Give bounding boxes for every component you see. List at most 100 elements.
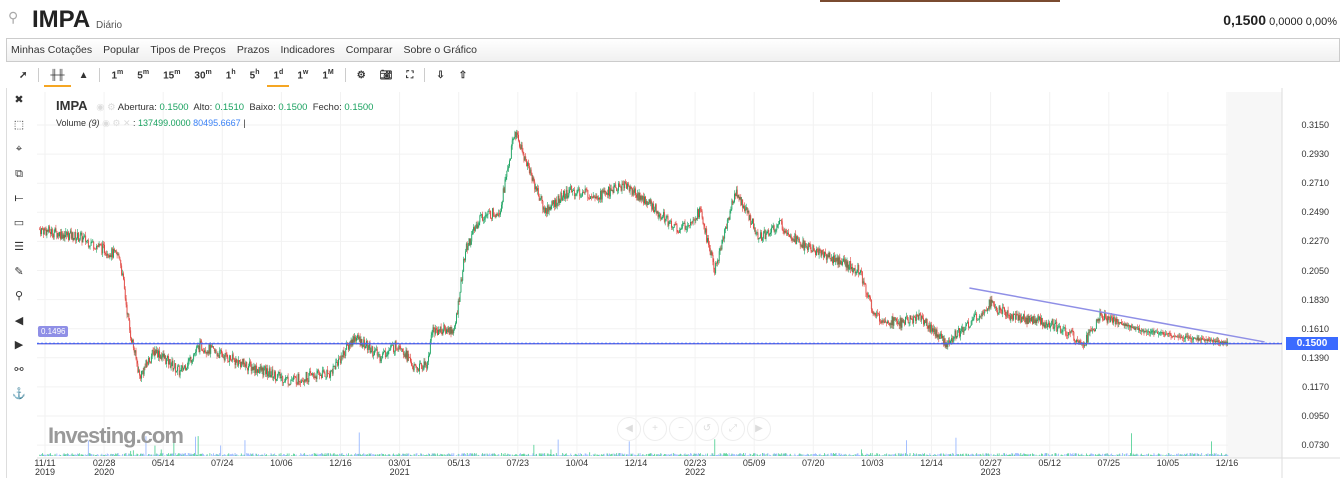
candle [753, 227, 755, 229]
candle [886, 321, 888, 324]
candle [118, 254, 120, 258]
arrow-right-icon[interactable]: ▶ [6, 335, 32, 360]
candle [751, 223, 753, 225]
volume-bar [213, 453, 214, 456]
candle [403, 354, 405, 355]
volume-bar [70, 454, 72, 456]
candle [776, 225, 778, 230]
candle [164, 355, 166, 359]
volume-bar [529, 455, 531, 456]
volume-bar [551, 454, 553, 456]
volume-bar [172, 453, 174, 456]
volume-controls-icon[interactable]: ◉ ⚙ ✕ [102, 118, 130, 128]
scroll-left-icon[interactable]: ◀ [617, 417, 641, 441]
candle [191, 360, 193, 363]
fit-icon[interactable]: ⤢ [721, 417, 745, 441]
candle [564, 196, 566, 199]
volume-bar [841, 453, 843, 456]
volume-bar [227, 454, 229, 456]
volume-bar [1220, 454, 1221, 456]
volume-bar [222, 455, 223, 456]
reset-icon[interactable]: ↺ [695, 417, 719, 441]
candle [860, 270, 861, 273]
ohlc-legend: IMPA ◉ ⚙ Abertura: 0.1500 Alto: 0.1510 B… [56, 98, 373, 113]
close-icon[interactable]: ✖ [6, 90, 32, 115]
candle [1001, 310, 1003, 314]
candle [609, 188, 611, 197]
crosshair-icon[interactable]: ⌖ [6, 139, 32, 164]
zoom-in-icon[interactable]: + [643, 417, 667, 441]
volume-bar [385, 455, 387, 456]
candle [870, 299, 872, 309]
candle [1046, 322, 1048, 328]
line-tool-icon[interactable]: ⟝ [6, 188, 32, 213]
candle [1030, 318, 1032, 321]
arrow-left-icon[interactable]: ◀ [6, 311, 32, 336]
candle [1200, 339, 1202, 341]
volume-bar [110, 453, 112, 456]
volume-bar [988, 454, 990, 456]
volume-bar [193, 453, 195, 456]
candle [446, 329, 447, 334]
scroll-right-icon[interactable]: ▶ [747, 417, 771, 441]
candle [781, 221, 783, 230]
candle [687, 225, 689, 229]
volume-bar [253, 455, 255, 456]
volume-bar [444, 454, 446, 456]
candle [1158, 333, 1159, 335]
candle [77, 232, 78, 239]
candle [662, 216, 663, 218]
volume-bar [286, 453, 288, 456]
fibonacci-icon[interactable]: ☰ [6, 237, 32, 262]
candle [94, 248, 96, 250]
candle [740, 196, 742, 206]
volume-bar [484, 453, 486, 456]
candle [654, 209, 655, 213]
rectangle-icon[interactable]: ▭ [6, 213, 32, 238]
candle [92, 241, 94, 243]
candle [918, 313, 920, 320]
pen-icon[interactable]: ✎ [6, 262, 32, 287]
candle [1129, 325, 1131, 328]
candle [645, 200, 647, 204]
volume-bar [1218, 454, 1220, 456]
anchor-icon[interactable]: ⚓ [6, 384, 32, 409]
volume-bar [1071, 454, 1073, 456]
candle [493, 215, 495, 217]
volume-bar [739, 453, 741, 456]
volume-bar [584, 453, 586, 456]
volume-bar [977, 454, 978, 456]
candle [718, 251, 720, 262]
candle [1044, 324, 1046, 328]
volume-bar [732, 453, 734, 456]
volume-bar [466, 453, 468, 456]
candle [1186, 336, 1188, 337]
candle [222, 353, 223, 357]
volume-bar [818, 454, 820, 456]
zoom-out-icon[interactable]: − [669, 417, 693, 441]
volume-bar [140, 453, 141, 456]
volume-bar [452, 455, 454, 456]
candle [1117, 321, 1119, 324]
candle [132, 339, 133, 343]
volume-bar [214, 454, 216, 456]
candle [312, 373, 314, 376]
price-chart[interactable] [0, 0, 1343, 478]
candle [215, 350, 217, 353]
candle [60, 231, 62, 239]
volume-bar [102, 455, 104, 456]
volume-bar [857, 453, 859, 456]
candle [645, 196, 646, 204]
copy-icon[interactable]: ⧉ [6, 164, 32, 189]
candle [93, 241, 95, 249]
candle [1106, 318, 1108, 323]
candle [618, 183, 619, 191]
remove-drawings-icon[interactable]: ⬚ [6, 115, 32, 140]
magnet-icon[interactable]: ⚯ [6, 360, 32, 385]
zoom-icon[interactable]: ⚲ [6, 286, 32, 311]
candle [96, 245, 97, 250]
candle [460, 279, 462, 293]
eye-icon[interactable]: ◉ ⚙ [96, 102, 115, 113]
volume-bar [248, 453, 249, 456]
candle [996, 310, 998, 314]
